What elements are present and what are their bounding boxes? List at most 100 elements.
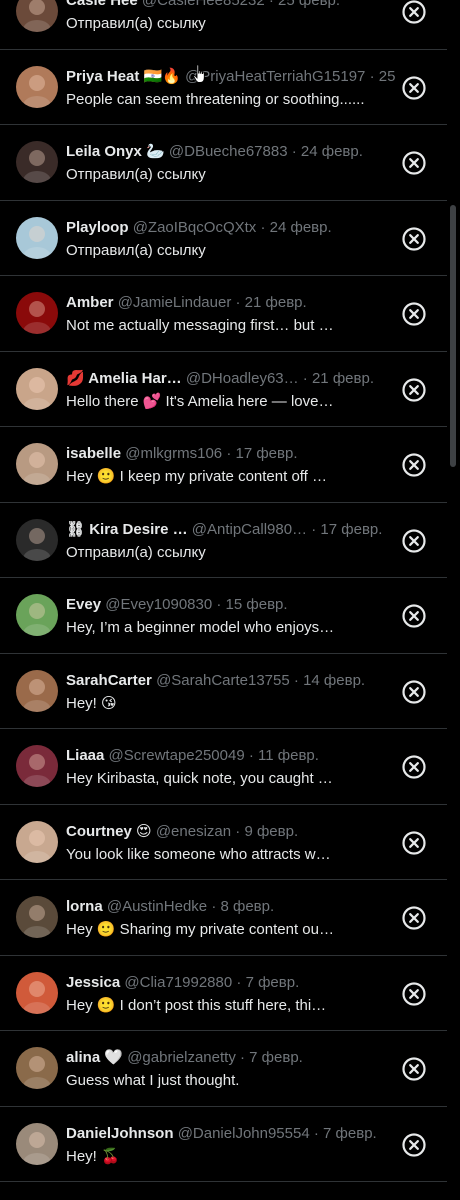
conversation-row[interactable]: Courtney 😍 @enesizan · 9 февр. You look … [0,805,447,880]
close-circle-icon[interactable] [401,1132,427,1158]
message-preview: Hey Kiribasta, quick note, you caught … [66,770,333,787]
message-preview: Hey! 🍒 [66,1147,120,1165]
conversation-header: alina 🤍 @gabrielzanetty · 7 февр. [66,1048,396,1068]
conversation-header: Jessica @Clia71992880 · 7 февр. [66,973,396,993]
close-circle-icon[interactable] [401,1056,427,1082]
conversation-row[interactable]: DanielJohnson @DanielJohn95554 · 7 февр.… [0,1107,447,1182]
conversation-row[interactable]: 💋 Amelia Har… @DHoadley63… · 21 февр. He… [0,352,447,427]
avatar[interactable] [16,443,58,485]
close-circle-icon[interactable] [401,226,427,252]
display-name[interactable]: Liaaa [66,747,104,764]
close-circle-icon[interactable] [401,452,427,478]
conversation-header: Courtney 😍 @enesizan · 9 февр. [66,822,396,842]
display-name[interactable]: Jessica [66,974,120,991]
close-circle-icon[interactable] [401,830,427,856]
avatar[interactable] [16,896,58,938]
message-list: Casie Hee @CasieHee85232 · 25 февр. Отпр… [0,0,447,1182]
display-name[interactable]: 💋 Amelia Har… [66,370,182,387]
display-name[interactable]: Casie Hee [66,0,138,9]
close-circle-icon[interactable] [401,679,427,705]
avatar[interactable] [16,669,58,712]
display-name[interactable]: Evey [66,596,101,613]
conversation-header: Evey @Evey1090830 · 15 февр. [66,595,396,615]
conversation-header: 💋 Amelia Har… @DHoadley63… · 21 февр. [66,369,396,389]
conversation-row[interactable]: SarahCarter @SarahCarte13755 · 14 февр. … [0,654,447,729]
close-circle-icon[interactable] [401,301,427,327]
message-date: 7 февр. [249,1049,303,1066]
display-name[interactable]: SarahCarter [66,672,152,689]
close-circle-icon[interactable] [401,981,427,1007]
user-handle: @SarahCarte13755 [156,671,290,689]
message-date: 7 февр. [245,973,300,991]
avatar[interactable] [16,367,58,410]
close-circle-icon[interactable] [401,377,427,403]
message-preview: Отправил(а) ссылку [66,15,206,32]
conversation-row[interactable]: Leila Onyx 🦢 @DBueche67883 · 24 февр. От… [0,125,447,201]
avatar[interactable] [16,292,58,334]
message-preview: Отправил(а) ссылку [66,241,206,259]
close-circle-icon[interactable] [401,150,427,176]
display-name[interactable]: lorna [66,898,103,915]
display-name[interactable]: alina 🤍 [66,1049,123,1066]
close-circle-icon[interactable] [401,754,427,780]
avatar[interactable] [16,820,58,863]
avatar[interactable] [16,594,58,636]
message-date: 8 февр. [220,898,275,915]
conversation-header: isabelle @mlkgrms106 · 17 февр. [66,444,396,464]
avatar[interactable] [16,971,58,1014]
display-name[interactable]: Playloop [66,219,129,236]
separator-dot: · [236,973,242,991]
conversation-header: ⛓ Kira Desire … @AntipCall980… · 17 февр… [66,520,396,540]
conversation-row[interactable]: Jessica @Clia71992880 · 7 февр. Hey 🙂 I … [0,956,447,1031]
message-date: 9 февр. [244,822,299,840]
display-name[interactable]: isabelle [66,445,121,462]
conversation-row[interactable]: Liaaa @Screwtape250049 · 11 февр. Hey Ki… [0,729,447,805]
separator-dot: · [211,898,217,915]
avatar[interactable] [16,1047,58,1089]
display-name[interactable]: Leila Onyx 🦢 [66,143,165,160]
hand-pointer-icon [193,64,205,83]
display-name[interactable]: Amber [66,294,114,311]
message-preview: Hey 🙂 I keep my private content off … [66,468,328,485]
user-handle: @enesizan [155,822,232,840]
avatar[interactable] [16,1122,58,1165]
conversation-row[interactable]: Casie Hee @CasieHee85232 · 25 февр. Отпр… [0,0,447,50]
conversation-row[interactable]: lorna @AustinHedke · 8 февр. Hey 🙂 Shari… [0,880,447,956]
close-circle-icon[interactable] [401,905,427,931]
conversation-row[interactable]: isabelle @mlkgrms106 · 17 февр. Hey 🙂 I … [0,427,447,503]
message-preview: Отправил(а) ссылку [66,543,206,561]
separator-dot: · [313,1124,319,1142]
message-date: 17 февр. [235,445,298,462]
conversation-row[interactable]: Evey @Evey1090830 · 15 февр. Hey, I’m a … [0,578,447,654]
avatar[interactable] [16,0,58,32]
user-handle: @mlkgrms106 [125,445,223,462]
close-circle-icon[interactable] [401,0,427,25]
user-handle: @Screwtape250049 [108,747,245,764]
message-date: 24 февр. [269,218,332,236]
avatar[interactable] [16,65,58,108]
close-circle-icon[interactable] [401,528,427,554]
conversation-row[interactable]: alina 🤍 @gabrielzanetty · 7 февр. Guess … [0,1031,447,1107]
avatar[interactable] [16,141,58,183]
conversation-row[interactable]: Playloop @ZaoIBqcOcQXtx · 24 февр. Отпра… [0,201,447,276]
close-circle-icon[interactable] [401,603,427,629]
scrollbar-thumb[interactable] [450,205,456,467]
display-name[interactable]: ⛓ Kira Desire … [66,521,188,538]
display-name[interactable]: Courtney 😍 [66,823,152,840]
avatar[interactable] [16,216,58,259]
user-handle: @JamieLindauer [117,294,232,311]
display-name[interactable]: DanielJohnson [66,1125,174,1142]
avatar[interactable] [16,745,58,787]
conversation-row[interactable]: Amber @JamieLindauer · 21 февр. Not me a… [0,276,447,352]
message-date: 24 февр. [300,143,363,160]
close-circle-icon[interactable] [401,75,427,101]
conversation-header: Leila Onyx 🦢 @DBueche67883 · 24 февр. [66,142,396,162]
conversation-row[interactable]: ⛓ Kira Desire … @AntipCall980… · 17 февр… [0,503,447,578]
scrollbar-track[interactable] [447,0,460,1200]
display-name[interactable]: Priya Heat 🇮🇳🔥 [66,68,181,85]
avatar[interactable] [16,518,58,561]
conversation-header: lorna @AustinHedke · 8 февр. [66,897,396,917]
conversation-row[interactable]: Priya Heat 🇮🇳🔥 @PriyaHeatTerriahG15197 ·… [0,50,447,125]
message-date: 25 февр. [278,0,341,9]
separator-dot: · [226,445,232,462]
